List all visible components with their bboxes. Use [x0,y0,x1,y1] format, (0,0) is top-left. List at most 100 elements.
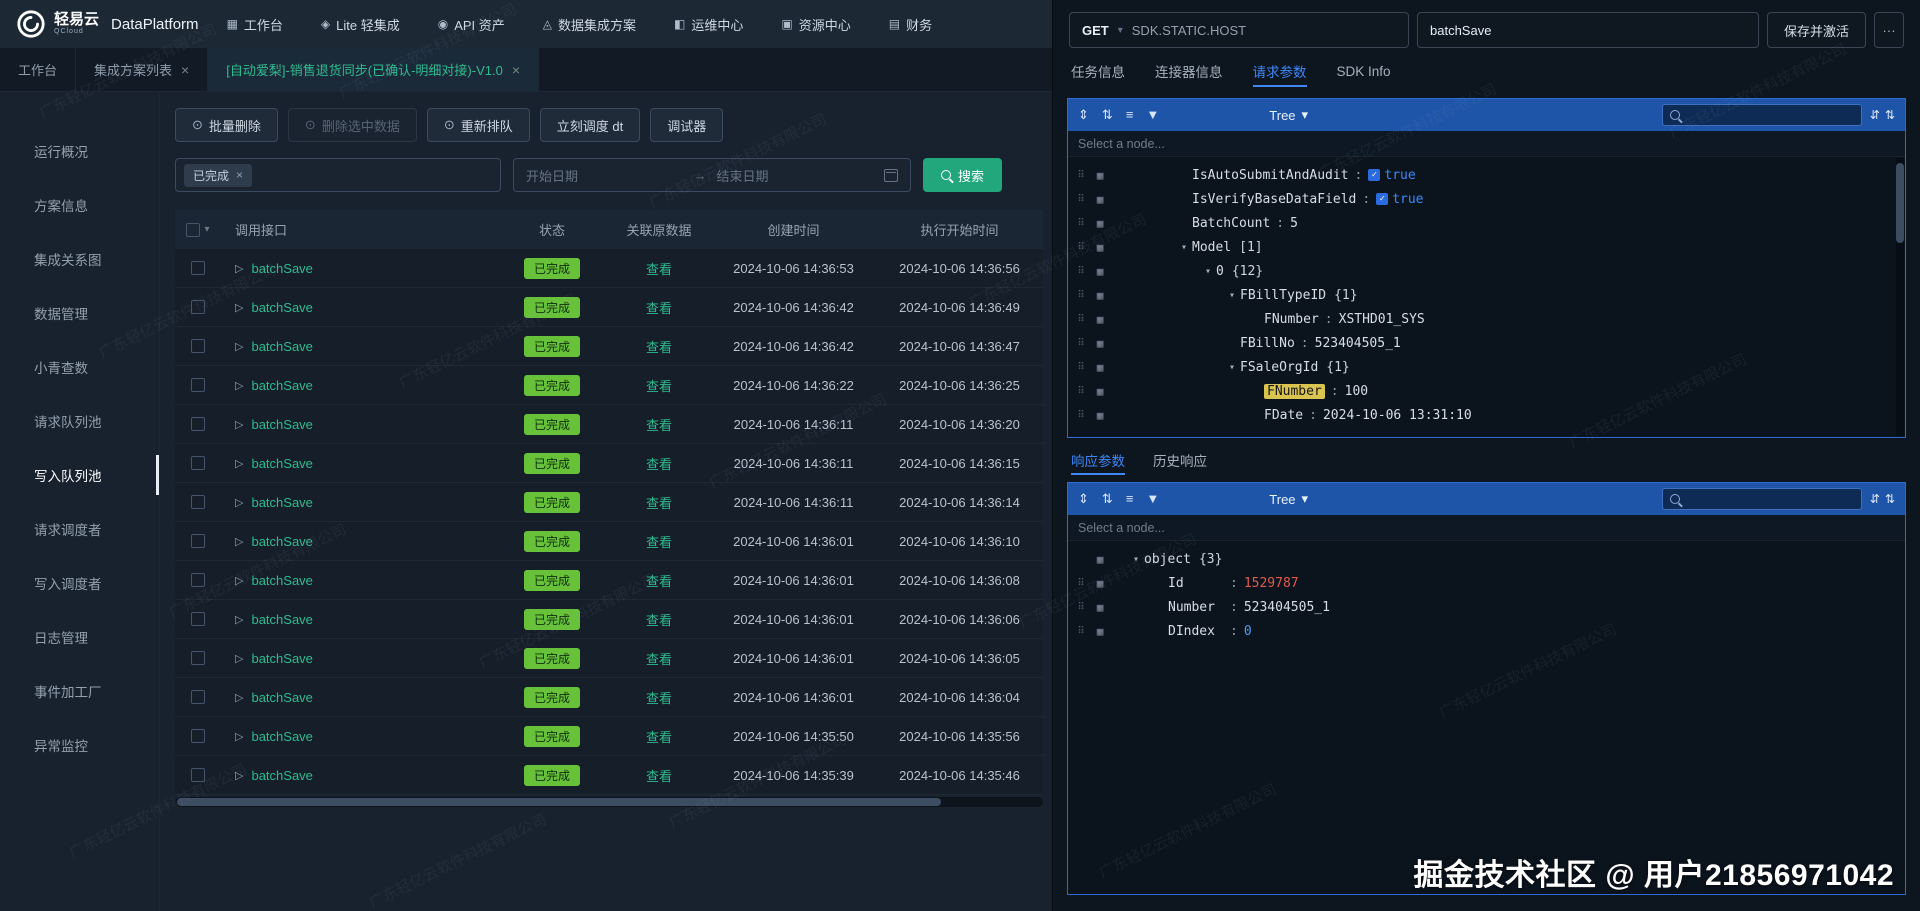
view-source-link[interactable]: 查看 [646,727,672,746]
caret-down-icon[interactable]: ▾ [1224,290,1240,301]
caret-down-icon[interactable]: ▾ [1176,242,1192,253]
tree-node[interactable]: ⠿ ▦ ▾ 0 {12} [1068,259,1905,283]
view-source-link[interactable]: 查看 [646,415,672,434]
row-checkbox[interactable] [191,612,205,626]
row-checkbox[interactable] [191,690,205,704]
collapse-all-icon[interactable]: ⇅ [1102,491,1113,507]
nav-item-ops-center[interactable]: ◧ 运维中心 [674,15,743,34]
tree-node[interactable]: ⠿▦ ▾ IsAutoSubmitAndAudit: ✓true [1068,163,1905,187]
delete-selected-button[interactable]: ⊙ 删除选中数据 [287,108,417,142]
tree-search-input[interactable] [1661,488,1862,510]
sort-desc-icon[interactable]: ⇅ [1885,108,1895,122]
select-all-checkbox[interactable] [186,222,201,237]
close-icon[interactable]: × [512,62,520,78]
tree-node[interactable]: ⠿▦ ▾ FNumber: 100 [1068,379,1905,403]
sidebar-item-log-management[interactable]: 日志管理 [0,610,159,664]
drag-handle-icon[interactable]: ⠿ [1074,170,1088,181]
row-checkbox[interactable] [191,378,205,392]
tab-response-params[interactable]: 响应参数 [1071,438,1125,482]
view-mode-select[interactable]: Tree ▾ [1269,491,1308,507]
tree-node[interactable]: ⠿▦ ▾ IsVerifyBaseDataField: ✓true [1068,187,1905,211]
sidebar-item-data-management[interactable]: 数据管理 [0,286,159,340]
sidebar-item-event-factory[interactable]: 事件加工厂 [0,664,159,718]
sidebar-item-write-scheduler[interactable]: 写入调度者 [0,556,159,610]
checkbox-checked-icon[interactable]: ✓ [1368,169,1381,181]
caret-down-icon[interactable]: ▾ [1128,554,1144,565]
batch-delete-button[interactable]: ⊙ 批量删除 [175,108,278,142]
tree-node[interactable]: ⠿▦ ▾ FDate: 2024-10-06 13:31:10 [1068,403,1905,427]
drag-handle-icon[interactable]: ⠿ [1074,266,1088,277]
sidebar-item-write-queue[interactable]: 写入队列池 [0,448,159,502]
tab-sdk-info[interactable]: SDK Info [1337,48,1391,94]
row-checkbox[interactable] [191,417,205,431]
nav-item-data-integration[interactable]: ◬ 数据集成方案 [543,15,636,34]
collapse-all-icon[interactable]: ⇅ [1102,107,1113,123]
nav-item-api-assets[interactable]: ◉ API 资产 [438,15,505,34]
tab-workbench[interactable]: 工作台 [0,48,77,91]
drag-handle-icon[interactable]: ⠿ [1074,314,1088,325]
row-checkbox[interactable] [191,729,205,743]
dispatch-now-button[interactable]: 立刻调度 dt [539,108,641,142]
filter-icon[interactable]: ▼ [1146,491,1159,507]
drag-handle-icon[interactable]: ⠿ [1074,626,1088,637]
tree-search-input[interactable] [1661,104,1862,126]
view-source-link[interactable]: 查看 [646,532,672,551]
nav-item-resource-center[interactable]: ▣ 资源中心 [781,15,850,34]
date-range-picker[interactable]: 开始日期 → 结束日期 [513,158,911,192]
drag-handle-icon[interactable]: ⠿ [1074,578,1088,589]
brand[interactable]: 轻易云 QCloud DataPlatform [16,9,199,39]
tree-node[interactable]: ⠿▦ ▾ FBillNo: 523404505_1 [1068,331,1905,355]
tree-node[interactable]: ⠿▦ ▾ BatchCount: 5 [1068,211,1905,235]
view-source-link[interactable]: 查看 [646,766,672,785]
row-checkbox[interactable] [191,339,205,353]
view-source-link[interactable]: 查看 [646,259,672,278]
drag-handle-icon[interactable]: ⠿ [1074,410,1088,421]
search-button[interactable]: 搜索 [923,158,1003,192]
sort-desc-icon[interactable]: ⇅ [1885,492,1895,506]
tab-history-response[interactable]: 历史响应 [1153,438,1207,482]
view-mode-select[interactable]: Tree ▾ [1269,107,1308,123]
sort-asc-icon[interactable]: ⇵ [1870,492,1880,506]
sidebar-item-request-scheduler[interactable]: 请求调度者 [0,502,159,556]
caret-down-icon[interactable]: ▾ [1200,266,1216,277]
view-source-link[interactable]: 查看 [646,571,672,590]
tab-connector-info[interactable]: 连接器信息 [1155,48,1223,94]
sidebar-item-exception-monitor[interactable]: 异常监控 [0,718,159,772]
tree-node[interactable]: ⠿ ▦ ▾ FSaleOrgId {1} [1068,355,1905,379]
row-checkbox[interactable] [191,261,205,275]
view-source-link[interactable]: 查看 [646,649,672,668]
drag-handle-icon[interactable]: ⠿ [1074,338,1088,349]
view-source-link[interactable]: 查看 [646,610,672,629]
expand-all-icon[interactable]: ⇕ [1078,107,1089,123]
method-host-select[interactable]: GET ▾ SDK.STATIC.HOST [1069,12,1409,48]
sidebar-item-request-queue[interactable]: 请求队列池 [0,394,159,448]
tab-current-scheme[interactable]: [自动爱梨]-销售退货同步(已确认-明细对接)-V1.0 × [208,48,540,91]
row-checkbox[interactable] [191,300,205,314]
tree-node[interactable]: ⠿▦ ▾ Number: 523404505_1 [1068,595,1905,619]
status-filter-select[interactable]: 已完成 × [175,158,501,192]
drag-handle-icon[interactable]: ⠿ [1074,602,1088,613]
close-icon[interactable]: × [181,62,189,78]
drag-handle-icon[interactable]: ⠿ [1074,218,1088,229]
row-checkbox[interactable] [191,495,205,509]
sidebar-item-xiaoqing-query[interactable]: 小青查数 [0,340,159,394]
sidebar-item-integration-graph[interactable]: 集成关系图 [0,232,159,286]
more-button[interactable]: ··· [1874,12,1904,48]
view-source-link[interactable]: 查看 [646,454,672,473]
drag-handle-icon[interactable]: ⠿ [1074,386,1088,397]
requeue-button[interactable]: ⊙ 重新排队 [426,108,530,142]
endpoint-input[interactable]: batchSave [1417,12,1759,48]
expand-all-icon[interactable]: ⇕ [1078,491,1089,507]
sidebar-item-run-overview[interactable]: 运行概况 [0,124,159,178]
tree-node[interactable]: ⠿▦ ▾ FNumber: XSTHD01_SYS [1068,307,1905,331]
sort-asc-icon[interactable]: ⇵ [1870,108,1880,122]
tag-close-icon[interactable]: × [236,168,243,182]
horizontal-scrollbar[interactable] [175,797,1043,807]
debugger-button[interactable]: 调试器 [650,108,724,142]
caret-down-icon[interactable]: ▾ [1224,362,1240,373]
tree-node[interactable]: ⠿▦ ▾ DIndex: 0 [1068,619,1905,643]
nav-item-finance[interactable]: ▤ 财务 [889,15,932,34]
row-checkbox[interactable] [191,573,205,587]
sort-icon[interactable]: ≡ [1126,107,1134,123]
tree-node[interactable]: ⠿ ▦ ▾ Model [1] [1068,235,1905,259]
